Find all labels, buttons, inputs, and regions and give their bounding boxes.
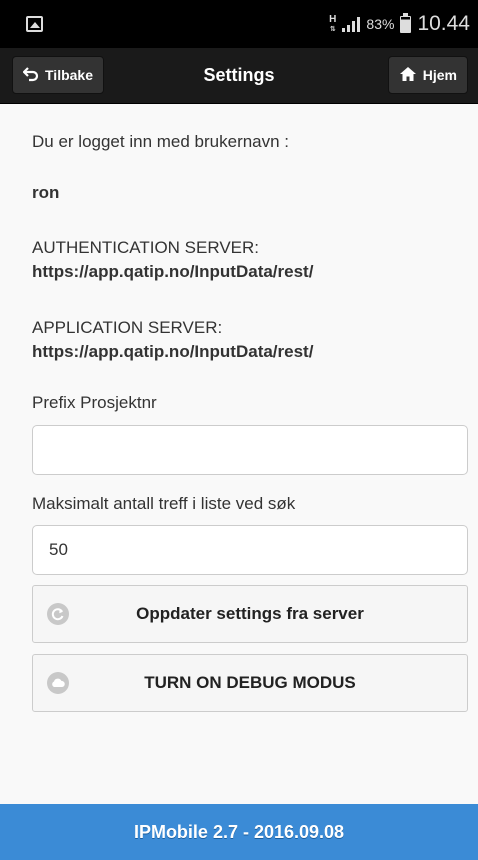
app-server-url: https://app.qatip.no/InputData/rest/ bbox=[32, 342, 314, 361]
logged-in-label: Du er logget inn med brukernavn : bbox=[32, 132, 290, 151]
app-header: Tilbake Settings Hjem bbox=[0, 48, 478, 104]
debug-mode-button[interactable]: TURN ON DEBUG MODUS bbox=[32, 654, 468, 712]
auth-server-url: https://app.qatip.no/InputData/rest/ bbox=[32, 262, 314, 281]
app-footer: IPMobile 2.7 - 2016.09.08 bbox=[0, 804, 478, 860]
battery-percent: 83% bbox=[366, 16, 395, 32]
app-server-label: APPLICATION SERVER: bbox=[32, 318, 223, 337]
cloud-icon bbox=[47, 672, 69, 694]
gallery-notification-icon bbox=[26, 16, 43, 32]
back-arrow-icon bbox=[22, 66, 39, 85]
back-button[interactable]: Tilbake bbox=[12, 56, 104, 94]
max-hits-label: Maksimalt antall treff i liste ved søk bbox=[32, 494, 296, 513]
max-hits-input[interactable]: 50 bbox=[32, 525, 468, 575]
signal-strength-icon bbox=[342, 16, 361, 32]
clock: 10.44 bbox=[417, 12, 470, 35]
home-icon bbox=[399, 66, 417, 85]
home-button[interactable]: Hjem bbox=[387, 56, 468, 94]
prefix-label: Prefix Prosjektnr bbox=[32, 393, 157, 412]
username-value: ron bbox=[32, 183, 60, 202]
refresh-icon bbox=[47, 603, 69, 625]
auth-server-label: AUTHENTICATION SERVER: bbox=[32, 238, 260, 257]
version-text: IPMobile 2.7 - 2016.09.08 bbox=[133, 821, 345, 842]
network-type-indicator: H ⇅ bbox=[329, 13, 337, 33]
update-settings-button[interactable]: Oppdater settings fra server bbox=[32, 585, 468, 643]
page-title: Settings bbox=[203, 65, 275, 85]
battery-icon bbox=[400, 12, 412, 33]
prefix-input[interactable] bbox=[32, 425, 468, 475]
status-bar: H ⇅ 83% 10.44 bbox=[0, 0, 478, 48]
